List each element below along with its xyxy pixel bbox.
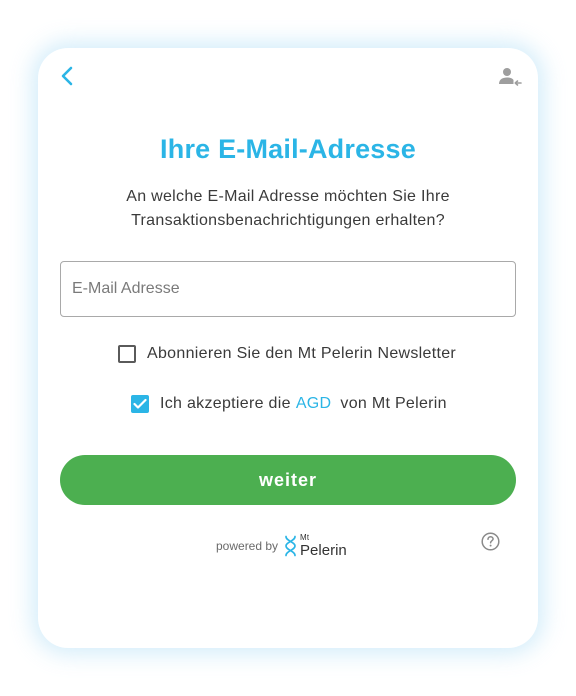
continue-button[interactable]: weiter [60, 455, 516, 505]
question-circle-icon [481, 532, 500, 551]
subtitle-line-1: An welche E-Mail Adresse möchten Sie Ihr… [126, 188, 450, 205]
chevron-left-icon [61, 66, 73, 86]
mt-pelerin-logo-mark-icon [285, 535, 296, 557]
terms-label-suffix: von Mt Pelerin [340, 395, 447, 412]
page-subtitle: An welche E-Mail Adresse möchten Sie Ihr… [88, 185, 488, 233]
logo-big-text: Pelerin [300, 542, 347, 559]
back-button[interactable] [56, 64, 80, 88]
newsletter-label: Abonnieren Sie den Mt Pelerin Newsletter [147, 345, 457, 362]
terms-label-prefix: Ich akzeptiere die [160, 395, 291, 412]
terms-link[interactable]: AGD [296, 395, 332, 413]
mt-pelerin-logo[interactable]: Mt Pelerin [284, 534, 347, 558]
user-logout-icon [499, 68, 522, 86]
terms-checkbox[interactable] [131, 395, 149, 413]
help-button[interactable] [481, 532, 500, 551]
email-field[interactable] [60, 261, 516, 317]
terms-option: Ich akzeptiere die AGD von Mt Pelerin [131, 395, 447, 413]
powered-by: powered by Mt Pelerin [216, 533, 347, 559]
subtitle-line-2: Transaktionsbenachrichtigungen erhalten? [131, 212, 445, 229]
user-logout-button[interactable] [498, 66, 522, 88]
powered-by-label: powered by [216, 539, 279, 553]
page-title: Ihre E-Mail-Adresse [160, 134, 416, 164]
checkmark-icon [133, 398, 147, 409]
email-card: Ihre E-Mail-Adresse An welche E-Mail Adr… [38, 48, 538, 648]
newsletter-checkbox[interactable] [118, 345, 136, 363]
newsletter-option: Abonnieren Sie den Mt Pelerin Newsletter [118, 345, 456, 363]
logo-small-text: Mt [300, 533, 310, 542]
logo-wordmark: Mt Pelerin [300, 533, 347, 559]
